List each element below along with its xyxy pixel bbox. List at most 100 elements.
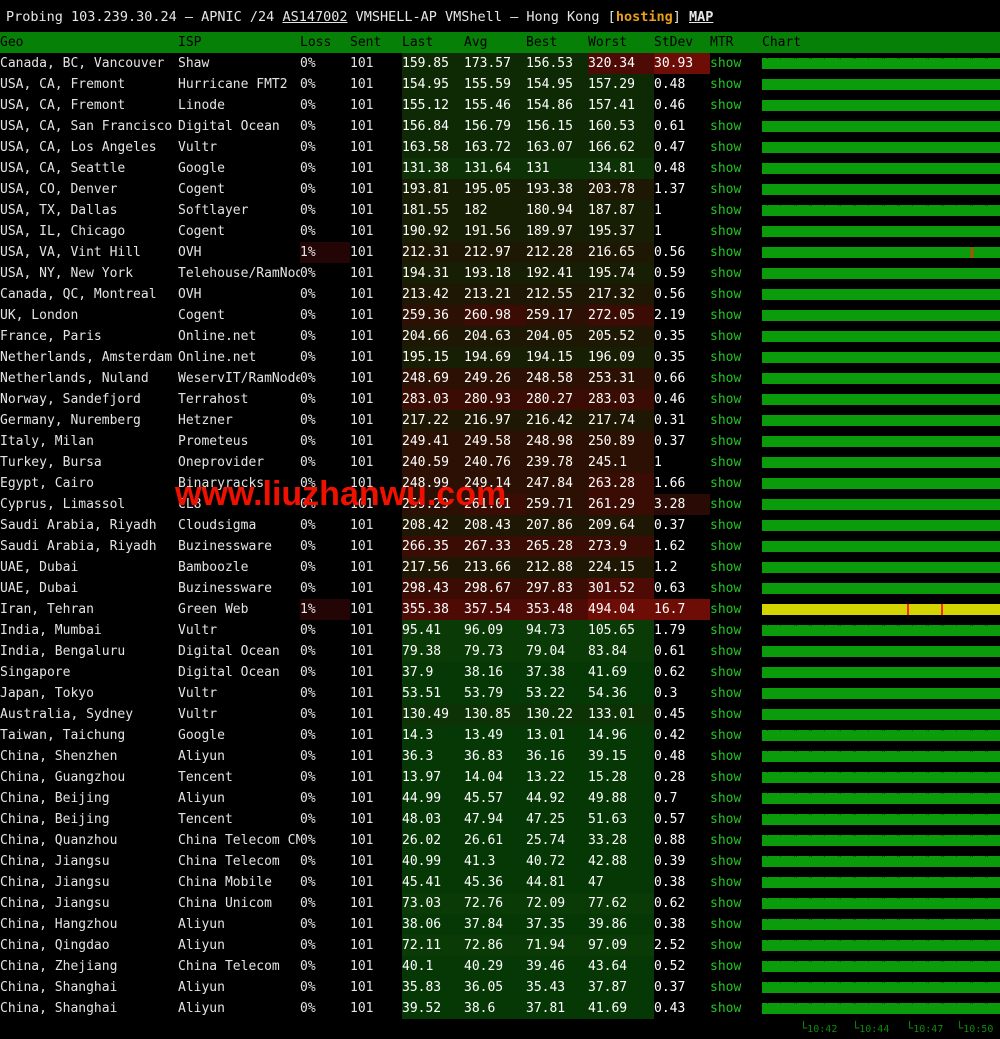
column-header-best[interactable]: Best bbox=[526, 32, 588, 53]
probe-asn-link[interactable]: AS147002 bbox=[282, 9, 347, 25]
row-chart-cell[interactable] bbox=[762, 305, 1000, 326]
mtr-show-link[interactable]: show bbox=[710, 770, 741, 785]
mtr-show-link[interactable]: show bbox=[710, 182, 741, 197]
row-chart-cell[interactable] bbox=[762, 620, 1000, 641]
mtr-show-link[interactable]: show bbox=[710, 392, 741, 407]
row-chart-cell[interactable] bbox=[762, 410, 1000, 431]
mtr-show-link[interactable]: show bbox=[710, 56, 741, 71]
mtr-show-link[interactable]: show bbox=[710, 77, 741, 92]
mtr-show-link[interactable]: show bbox=[710, 791, 741, 806]
mtr-show-link[interactable]: show bbox=[710, 896, 741, 911]
row-chart-cell[interactable] bbox=[762, 683, 1000, 704]
row-chart-cell[interactable] bbox=[762, 116, 1000, 137]
column-header-loss[interactable]: Loss bbox=[300, 32, 350, 53]
mtr-show-link[interactable]: show bbox=[710, 581, 741, 596]
mtr-show-link[interactable]: show bbox=[710, 1001, 741, 1016]
mtr-show-link[interactable]: show bbox=[710, 980, 741, 995]
row-chart-cell[interactable] bbox=[762, 977, 1000, 998]
mtr-show-link[interactable]: show bbox=[710, 224, 741, 239]
row-chart-cell[interactable] bbox=[762, 725, 1000, 746]
mtr-show-link[interactable]: show bbox=[710, 959, 741, 974]
row-chart-cell[interactable] bbox=[762, 956, 1000, 977]
mtr-show-link[interactable]: show bbox=[710, 854, 741, 869]
row-chart-cell[interactable] bbox=[762, 179, 1000, 200]
mtr-show-link[interactable]: show bbox=[710, 371, 741, 386]
mtr-show-link[interactable]: show bbox=[710, 749, 741, 764]
row-chart-cell[interactable] bbox=[762, 872, 1000, 893]
column-header-stdev[interactable]: StDev bbox=[654, 32, 710, 53]
row-chart-cell[interactable] bbox=[762, 74, 1000, 95]
mtr-show-link[interactable]: show bbox=[710, 161, 741, 176]
mtr-show-link[interactable]: show bbox=[710, 203, 741, 218]
row-chart-cell[interactable] bbox=[762, 809, 1000, 830]
row-chart-cell[interactable] bbox=[762, 788, 1000, 809]
row-chart-cell[interactable] bbox=[762, 347, 1000, 368]
row-chart-cell[interactable] bbox=[762, 536, 1000, 557]
column-header-sent[interactable]: Sent bbox=[350, 32, 402, 53]
mtr-show-link[interactable]: show bbox=[710, 455, 741, 470]
mtr-show-link[interactable]: show bbox=[710, 602, 741, 617]
mtr-show-link[interactable]: show bbox=[710, 245, 741, 260]
mtr-show-link[interactable]: show bbox=[710, 938, 741, 953]
row-chart-cell[interactable] bbox=[762, 662, 1000, 683]
mtr-show-link[interactable]: show bbox=[710, 287, 741, 302]
row-chart-cell[interactable] bbox=[762, 914, 1000, 935]
row-chart-cell[interactable] bbox=[762, 431, 1000, 452]
row-chart-cell[interactable] bbox=[762, 326, 1000, 347]
column-header-avg[interactable]: Avg bbox=[464, 32, 526, 53]
row-chart-cell[interactable] bbox=[762, 494, 1000, 515]
mtr-show-link[interactable]: show bbox=[710, 917, 741, 932]
mtr-show-link[interactable]: show bbox=[710, 518, 741, 533]
mtr-show-link[interactable]: show bbox=[710, 98, 741, 113]
column-header-last[interactable]: Last bbox=[402, 32, 464, 53]
mtr-show-link[interactable]: show bbox=[710, 560, 741, 575]
row-chart-cell[interactable] bbox=[762, 242, 1000, 263]
row-chart-cell[interactable] bbox=[762, 137, 1000, 158]
row-chart-cell[interactable] bbox=[762, 368, 1000, 389]
mtr-show-link[interactable]: show bbox=[710, 707, 741, 722]
row-chart-cell[interactable] bbox=[762, 767, 1000, 788]
row-chart-cell[interactable] bbox=[762, 53, 1000, 74]
mtr-show-link[interactable]: show bbox=[710, 497, 741, 512]
row-chart-cell[interactable] bbox=[762, 599, 1000, 620]
row-chart-cell[interactable] bbox=[762, 389, 1000, 410]
row-chart-cell[interactable] bbox=[762, 158, 1000, 179]
mtr-show-link[interactable]: show bbox=[710, 476, 741, 491]
mtr-show-link[interactable]: show bbox=[710, 266, 741, 281]
mtr-show-link[interactable]: show bbox=[710, 539, 741, 554]
mtr-show-link[interactable]: show bbox=[710, 140, 741, 155]
mtr-show-link[interactable]: show bbox=[710, 308, 741, 323]
row-chart-cell[interactable] bbox=[762, 935, 1000, 956]
mtr-show-link[interactable]: show bbox=[710, 434, 741, 449]
row-chart-cell[interactable] bbox=[762, 452, 1000, 473]
row-chart-cell[interactable] bbox=[762, 515, 1000, 536]
mtr-show-link[interactable]: show bbox=[710, 875, 741, 890]
row-chart-cell[interactable] bbox=[762, 641, 1000, 662]
row-chart-cell[interactable] bbox=[762, 200, 1000, 221]
column-header-worst[interactable]: Worst bbox=[588, 32, 654, 53]
mtr-show-link[interactable]: show bbox=[710, 350, 741, 365]
row-chart-cell[interactable] bbox=[762, 473, 1000, 494]
row-chart-cell[interactable] bbox=[762, 704, 1000, 725]
row-chart-cell[interactable] bbox=[762, 95, 1000, 116]
row-chart-cell[interactable] bbox=[762, 578, 1000, 599]
row-chart-cell[interactable] bbox=[762, 746, 1000, 767]
column-header-geo[interactable]: Geo bbox=[0, 32, 178, 53]
mtr-show-link[interactable]: show bbox=[710, 329, 741, 344]
row-chart-cell[interactable] bbox=[762, 998, 1000, 1019]
mtr-show-link[interactable]: show bbox=[710, 623, 741, 638]
row-chart-cell[interactable] bbox=[762, 221, 1000, 242]
row-chart-cell[interactable] bbox=[762, 830, 1000, 851]
mtr-show-link[interactable]: show bbox=[710, 644, 741, 659]
map-link[interactable]: MAP bbox=[689, 9, 713, 25]
row-chart-cell[interactable] bbox=[762, 284, 1000, 305]
column-header-isp[interactable]: ISP bbox=[178, 32, 300, 53]
mtr-show-link[interactable]: show bbox=[710, 413, 741, 428]
row-chart-cell[interactable] bbox=[762, 263, 1000, 284]
mtr-show-link[interactable]: show bbox=[710, 665, 741, 680]
mtr-show-link[interactable]: show bbox=[710, 833, 741, 848]
row-chart-cell[interactable] bbox=[762, 851, 1000, 872]
column-header-chart[interactable]: Chart bbox=[762, 32, 1000, 53]
row-chart-cell[interactable] bbox=[762, 893, 1000, 914]
mtr-show-link[interactable]: show bbox=[710, 119, 741, 134]
